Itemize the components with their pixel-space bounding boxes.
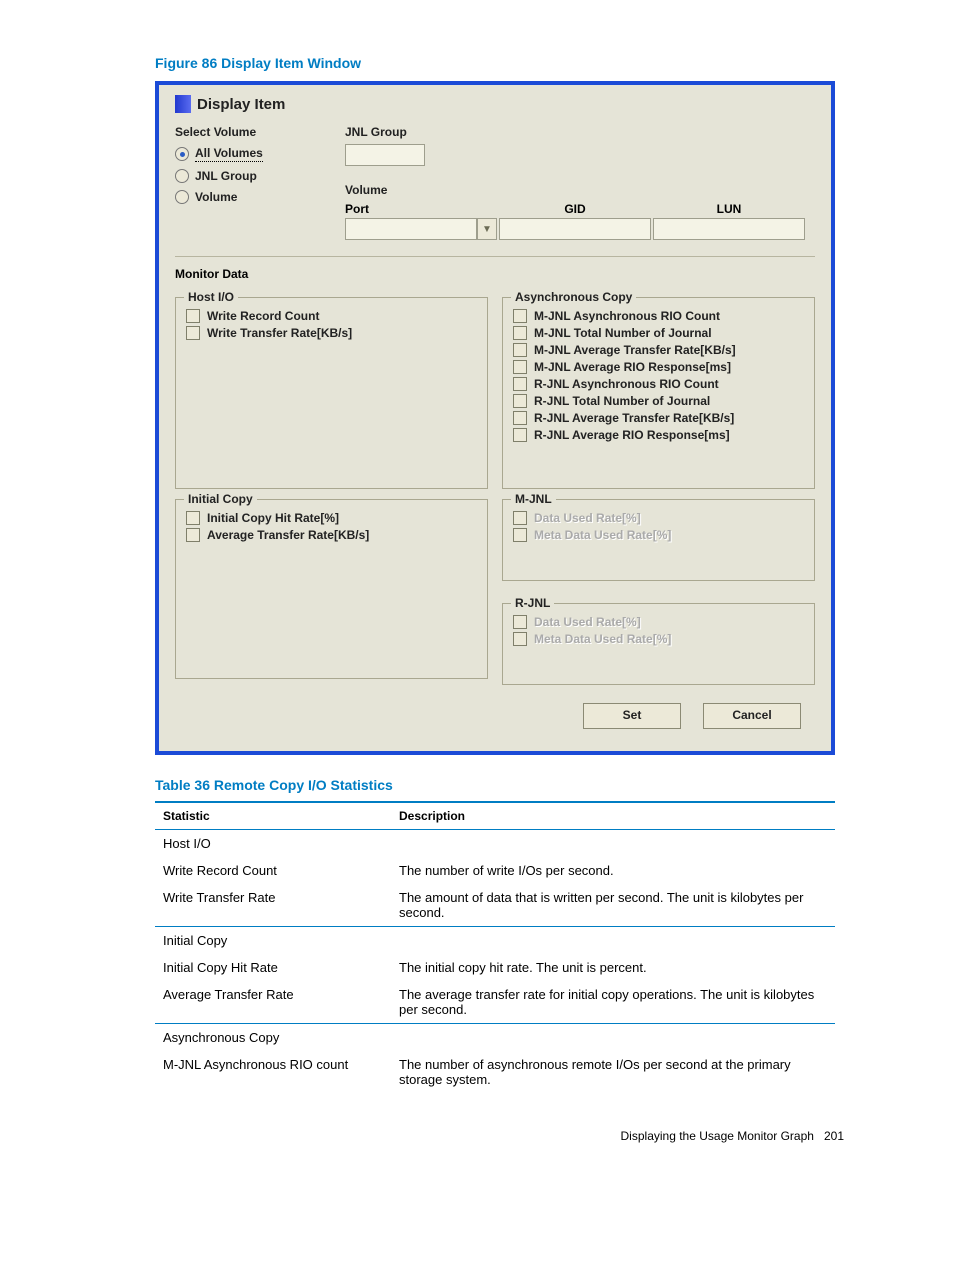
table-row: Write Transfer RateThe amount of data th… (155, 884, 835, 927)
cell-description: The average transfer rate for initial co… (391, 981, 835, 1024)
header-text: Display Item (197, 96, 285, 113)
lun-label: LUN (653, 202, 805, 216)
table-row: Initial Copy (155, 927, 835, 955)
table-row: Write Record CountThe number of write I/… (155, 857, 835, 884)
table-row: Host I/O (155, 830, 835, 858)
cell-description: The initial copy hit rate. The unit is p… (391, 954, 835, 981)
chk-mjnl-total-journal[interactable]: M-JNL Total Number of Journal (513, 326, 804, 340)
table-row: Initial Copy Hit RateThe initial copy hi… (155, 954, 835, 981)
chk-mjnl-avg-response[interactable]: M-JNL Average RIO Response[ms] (513, 360, 804, 374)
mjnl-legend: M-JNL (511, 492, 556, 506)
chk-initial-hit-rate[interactable]: Initial Copy Hit Rate[%] (186, 511, 477, 525)
chk-rjnl-avg-transfer[interactable]: R-JNL Average Transfer Rate[KB/s] (513, 411, 804, 425)
chk-mjnl-meta-used: Meta Data Used Rate[%] (513, 528, 804, 542)
cell-statistic: Initial Copy (155, 927, 391, 955)
volume-label: Volume (345, 183, 815, 197)
select-volume-label: Select Volume (175, 125, 315, 139)
display-item-window: Display Item Select Volume All Volumes J… (155, 81, 835, 755)
table-row: M-JNL Asynchronous RIO countThe number o… (155, 1051, 835, 1093)
col-description: Description (391, 802, 835, 830)
cancel-button[interactable]: Cancel (703, 703, 801, 729)
async-legend: Asynchronous Copy (511, 290, 636, 304)
lun-field[interactable] (653, 218, 805, 240)
col-statistic: Statistic (155, 802, 391, 830)
table-row: Average Transfer RateThe average transfe… (155, 981, 835, 1024)
chk-rjnl-rio-count[interactable]: R-JNL Asynchronous RIO Count (513, 377, 804, 391)
initial-legend: Initial Copy (184, 492, 257, 506)
table-row: Asynchronous Copy (155, 1024, 835, 1052)
header-icon (175, 95, 191, 113)
radio-icon (175, 147, 189, 161)
cell-description: The number of asynchronous remote I/Os p… (391, 1051, 835, 1093)
cell-statistic: Initial Copy Hit Rate (155, 954, 391, 981)
monitor-data-label: Monitor Data (175, 267, 815, 281)
chevron-down-icon: ▼ (477, 218, 497, 240)
cell-description (391, 1024, 835, 1052)
chk-write-transfer-rate[interactable]: Write Transfer Rate[KB/s] (186, 326, 477, 340)
radio-all-volumes[interactable]: All Volumes (175, 146, 315, 162)
gid-field[interactable] (499, 218, 651, 240)
rjnl-group: R-JNL Data Used Rate[%] Meta Data Used R… (502, 603, 815, 685)
port-label: Port (345, 202, 497, 216)
radio-label: JNL Group (195, 169, 257, 183)
chk-mjnl-rio-count[interactable]: M-JNL Asynchronous RIO Count (513, 309, 804, 323)
async-copy-group: Asynchronous Copy M-JNL Asynchronous RIO… (502, 297, 815, 489)
mjnl-group: M-JNL Data Used Rate[%] Meta Data Used R… (502, 499, 815, 581)
radio-jnl-group[interactable]: JNL Group (175, 169, 315, 183)
chk-rjnl-avg-response[interactable]: R-JNL Average RIO Response[ms] (513, 428, 804, 442)
figure-title: Figure 86 Display Item Window (155, 55, 844, 71)
cell-description: The number of write I/Os per second. (391, 857, 835, 884)
chk-rjnl-meta-used: Meta Data Used Rate[%] (513, 632, 804, 646)
chk-rjnl-data-used: Data Used Rate[%] (513, 615, 804, 629)
port-dropdown[interactable]: ▼ (345, 218, 497, 240)
jnl-group-field[interactable] (345, 144, 425, 166)
chk-write-record-count[interactable]: Write Record Count (186, 309, 477, 323)
set-button[interactable]: Set (583, 703, 681, 729)
cell-statistic: Host I/O (155, 830, 391, 858)
cell-statistic: M-JNL Asynchronous RIO count (155, 1051, 391, 1093)
cell-description: The amount of data that is written per s… (391, 884, 835, 927)
initial-copy-group: Initial Copy Initial Copy Hit Rate[%] Av… (175, 499, 488, 679)
cell-statistic: Asynchronous Copy (155, 1024, 391, 1052)
table-title: Table 36 Remote Copy I/O Statistics (155, 777, 844, 793)
host-io-group: Host I/O Write Record Count Write Transf… (175, 297, 488, 489)
radio-icon (175, 169, 189, 183)
cell-statistic: Write Record Count (155, 857, 391, 884)
host-io-legend: Host I/O (184, 290, 238, 304)
radio-label: All Volumes (195, 146, 263, 162)
statistics-table: Statistic Description Host I/OWrite Reco… (155, 801, 835, 1093)
chk-mjnl-avg-transfer[interactable]: M-JNL Average Transfer Rate[KB/s] (513, 343, 804, 357)
window-header: Display Item (175, 95, 815, 113)
cell-description (391, 927, 835, 955)
chk-mjnl-data-used: Data Used Rate[%] (513, 511, 804, 525)
page-footer: Displaying the Usage Monitor Graph 201 (155, 1129, 844, 1143)
radio-label: Volume (195, 190, 237, 204)
chk-rjnl-total-journal[interactable]: R-JNL Total Number of Journal (513, 394, 804, 408)
chk-initial-avg-transfer[interactable]: Average Transfer Rate[KB/s] (186, 528, 477, 542)
gid-label: GID (499, 202, 651, 216)
rjnl-legend: R-JNL (511, 596, 554, 610)
cell-statistic: Write Transfer Rate (155, 884, 391, 927)
radio-volume[interactable]: Volume (175, 190, 315, 204)
radio-icon (175, 190, 189, 204)
cell-description (391, 830, 835, 858)
jnl-group-label: JNL Group (345, 125, 815, 139)
cell-statistic: Average Transfer Rate (155, 981, 391, 1024)
